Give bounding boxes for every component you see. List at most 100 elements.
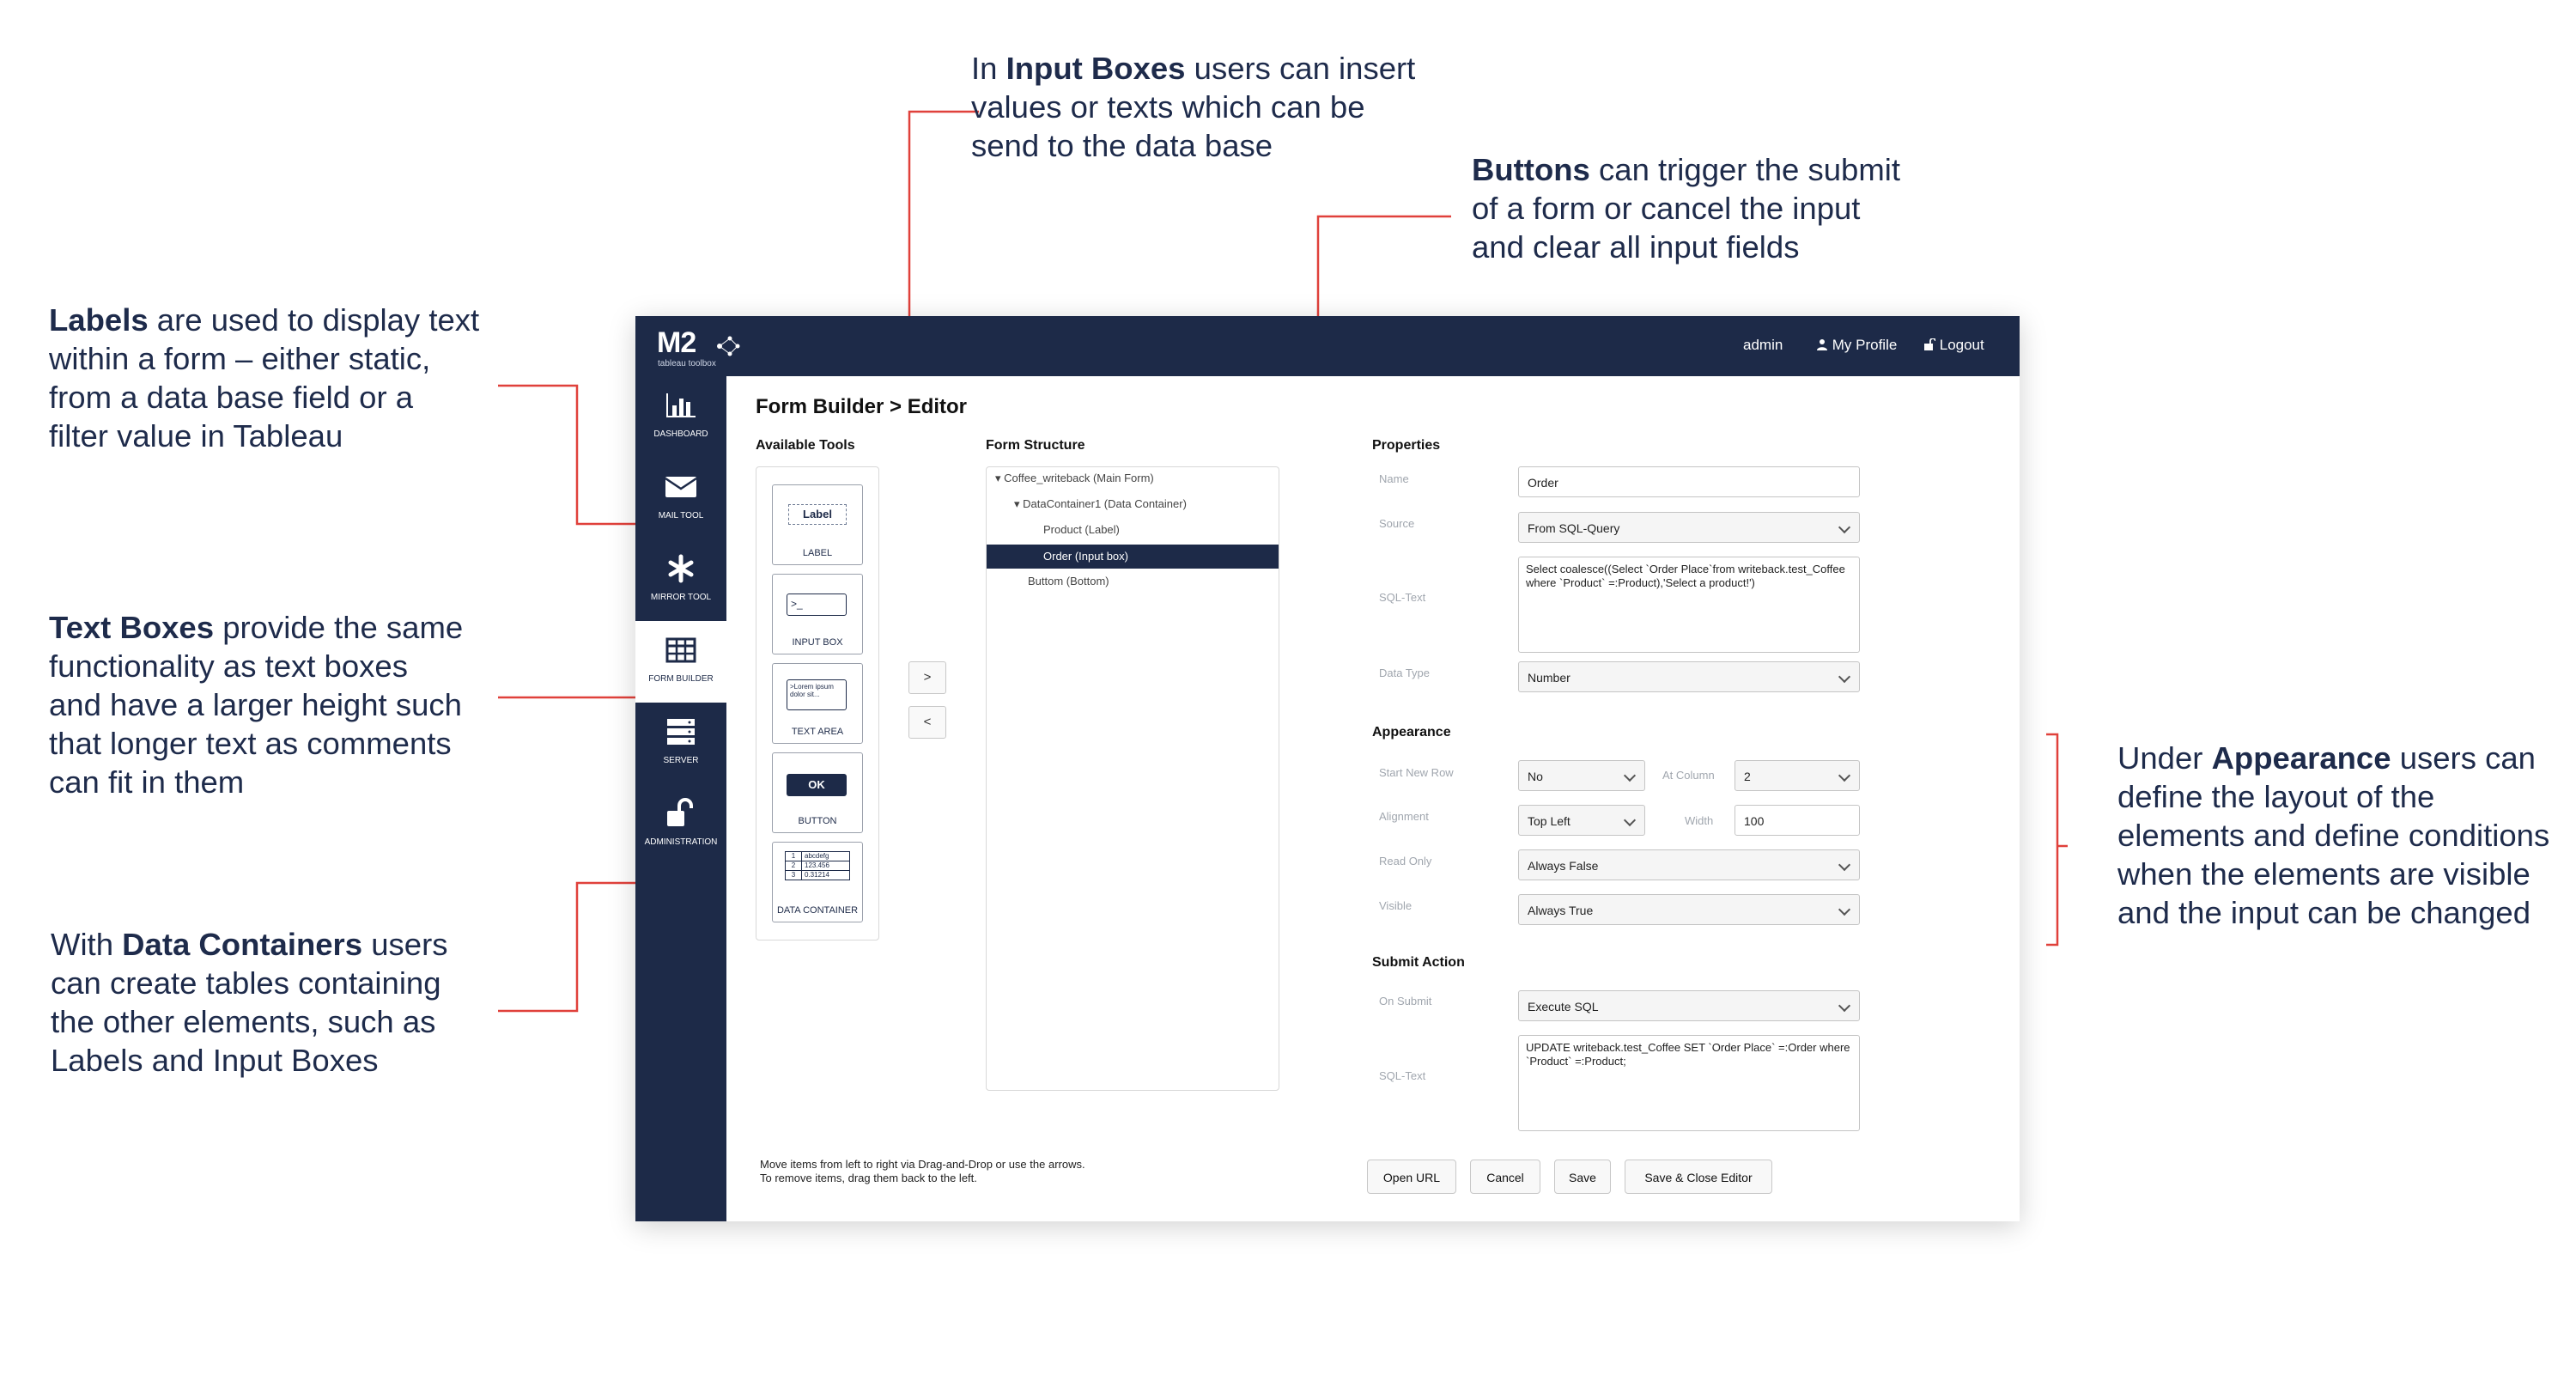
- tool-label[interactable]: Label LABEL: [772, 484, 863, 565]
- tree-item-order-input[interactable]: Order (Input box): [987, 545, 1279, 569]
- tool-input-box[interactable]: >_ INPUT BOX: [772, 574, 863, 654]
- chevron-down-icon: [1838, 999, 1851, 1013]
- open-url-button[interactable]: Open URL: [1367, 1160, 1456, 1194]
- visible-value: Always True: [1528, 904, 1594, 917]
- data-type-select[interactable]: Number: [1518, 661, 1860, 692]
- callout-buttons: Buttons can trigger the submit of a form…: [1472, 152, 1900, 265]
- available-tools-panel: Label LABEL >_ INPUT BOX >Lorem ipsum do…: [756, 466, 879, 940]
- sql-text-label: SQL-Text: [1379, 591, 1426, 604]
- start-new-row-select[interactable]: No: [1518, 760, 1645, 791]
- tool-input-box-caption: INPUT BOX: [792, 637, 843, 648]
- my-profile-label: My Profile: [1832, 337, 1898, 353]
- callout-appearance: Under Appearance users can define the la…: [2117, 740, 2550, 930]
- hint-line: To remove items, drag them back to the l…: [760, 1172, 977, 1184]
- user-icon: [1817, 339, 1827, 350]
- preview-row: 2 123.456: [786, 861, 849, 871]
- at-column-select[interactable]: 2: [1735, 760, 1860, 791]
- drag-drop-hint: Move items from left to right via Drag-a…: [760, 1158, 1085, 1185]
- chevron-down-icon: [1623, 769, 1637, 782]
- callout-labels: Labels are used to display text within a…: [49, 302, 480, 454]
- sidebar-item-mail-tool[interactable]: MAIL TOOL: [635, 458, 726, 539]
- chevron-down-icon: [1838, 670, 1851, 684]
- save-close-editor-button[interactable]: Save & Close Editor: [1625, 1160, 1772, 1194]
- tree-item-main-form[interactable]: ▾ Coffee_writeback (Main Form): [995, 472, 1154, 485]
- properties-heading: Properties: [1372, 438, 1441, 453]
- logo-network-icon: [717, 336, 740, 356]
- alignment-select[interactable]: Top Left: [1518, 805, 1645, 836]
- source-value: From SQL-Query: [1528, 521, 1620, 535]
- sidebar-item-dashboard[interactable]: DASHBOARD: [635, 376, 726, 458]
- save-button[interactable]: Save: [1554, 1160, 1611, 1194]
- sidebar-label-dashboard: DASHBOARD: [653, 429, 708, 439]
- move-right-button[interactable]: >: [908, 661, 946, 694]
- sidebar-item-server[interactable]: SERVER: [635, 703, 726, 784]
- tree-item-button[interactable]: Buttom (Bottom): [1028, 575, 1109, 587]
- submit-sql-text-area[interactable]: UPDATE writeback.test_Coffee SET `Order …: [1518, 1035, 1860, 1131]
- sql-text-area[interactable]: Select coalesce((Select `Order Place`fro…: [1518, 557, 1860, 653]
- sidebar-item-administration[interactable]: ADMINISTRATION: [635, 784, 726, 866]
- read-only-value: Always False: [1528, 859, 1599, 873]
- on-submit-value: Execute SQL: [1528, 1000, 1599, 1014]
- visible-select[interactable]: Always True: [1518, 894, 1860, 925]
- server-icon: [667, 719, 695, 745]
- on-submit-label: On Submit: [1379, 995, 1432, 1007]
- alignment-label: Alignment: [1379, 810, 1429, 823]
- sidebar-label-form-builder: FORM BUILDER: [648, 674, 714, 684]
- label-preview: Label: [788, 504, 847, 525]
- top-bar: M2 tableau toolbox admin My Profile Logo…: [635, 316, 2020, 376]
- preview-row: 1 abcdefg: [786, 852, 849, 861]
- app-window: M2 tableau toolbox admin My Profile Logo…: [635, 316, 2020, 1221]
- sidebar-item-mirror-tool[interactable]: MIRROR TOOL: [635, 539, 726, 621]
- hint-line: Move items from left to right via Drag-a…: [760, 1158, 1085, 1171]
- source-select[interactable]: From SQL-Query: [1518, 512, 1860, 543]
- name-label: Name: [1379, 472, 1409, 485]
- page-title: Form Builder > Editor: [756, 395, 968, 418]
- appearance-heading: Appearance: [1372, 725, 1451, 740]
- width-input[interactable]: 100: [1735, 805, 1860, 836]
- move-left-button[interactable]: <: [908, 706, 946, 739]
- name-input[interactable]: Order: [1518, 466, 1860, 497]
- available-tools-heading: Available Tools: [756, 438, 855, 453]
- width-label: Width: [1685, 814, 1714, 827]
- user-name: admin: [1743, 337, 1783, 353]
- form-structure-heading: Form Structure: [986, 438, 1085, 453]
- read-only-select[interactable]: Always False: [1518, 849, 1860, 880]
- on-submit-select[interactable]: Execute SQL: [1518, 990, 1860, 1021]
- alignment-value: Top Left: [1528, 814, 1571, 828]
- my-profile-link[interactable]: My Profile: [1816, 337, 1897, 354]
- tool-button[interactable]: OK BUTTON: [772, 752, 863, 833]
- tool-data-container-caption: DATA CONTAINER: [776, 905, 859, 916]
- data-container-preview: 1 abcdefg 2 123.456 3 0.31214: [785, 851, 850, 880]
- tool-text-area[interactable]: >Lorem ipsum dolor sit... TEXT AREA: [772, 663, 863, 744]
- submit-action-heading: Submit Action: [1372, 955, 1465, 970]
- app-logo-subtitle: tableau toolbox: [658, 359, 716, 368]
- submit-sql-text-label: SQL-Text: [1379, 1069, 1426, 1082]
- table-icon: [665, 637, 696, 663]
- callout-data-containers: With Data Containers users can create ta…: [51, 927, 448, 1078]
- sidebar-item-form-builder[interactable]: FORM BUILDER: [635, 621, 726, 703]
- unlock-icon: [667, 798, 693, 826]
- source-label: Source: [1379, 517, 1415, 530]
- envelope-icon: [665, 477, 697, 497]
- logout-link[interactable]: Logout: [1923, 337, 1984, 354]
- data-type-label: Data Type: [1379, 667, 1431, 679]
- cancel-button[interactable]: Cancel: [1470, 1160, 1540, 1194]
- form-structure-panel: ▾ Coffee_writeback (Main Form) ▾ DataCon…: [986, 466, 1279, 1091]
- chevron-down-icon: [1838, 520, 1851, 534]
- tree-item-product-label[interactable]: Product (Label): [1043, 523, 1120, 536]
- text-area-preview: >Lorem ipsum dolor sit...: [787, 679, 847, 710]
- callout-input-boxes: In Input Boxes users can insert values o…: [971, 51, 1416, 163]
- app-logo[interactable]: M2: [657, 326, 696, 360]
- visible-label: Visible: [1379, 899, 1413, 912]
- button-preview: OK: [787, 774, 847, 796]
- tree-item-data-container[interactable]: ▾ DataContainer1 (Data Container): [1014, 497, 1187, 511]
- chevron-down-icon: [1623, 813, 1637, 827]
- at-column-value: 2: [1744, 770, 1751, 783]
- logout-label: Logout: [1939, 337, 1984, 353]
- chevron-down-icon: [1838, 903, 1851, 916]
- unlock-small-icon: [1924, 338, 1936, 350]
- read-only-label: Read Only: [1379, 855, 1432, 867]
- input-box-preview: >_: [787, 594, 847, 616]
- tool-data-container[interactable]: 1 abcdefg 2 123.456 3 0.31214 DATA CONTAINE…: [772, 842, 863, 922]
- callout-text-boxes: Text Boxes provide the same functionalit…: [49, 610, 464, 800]
